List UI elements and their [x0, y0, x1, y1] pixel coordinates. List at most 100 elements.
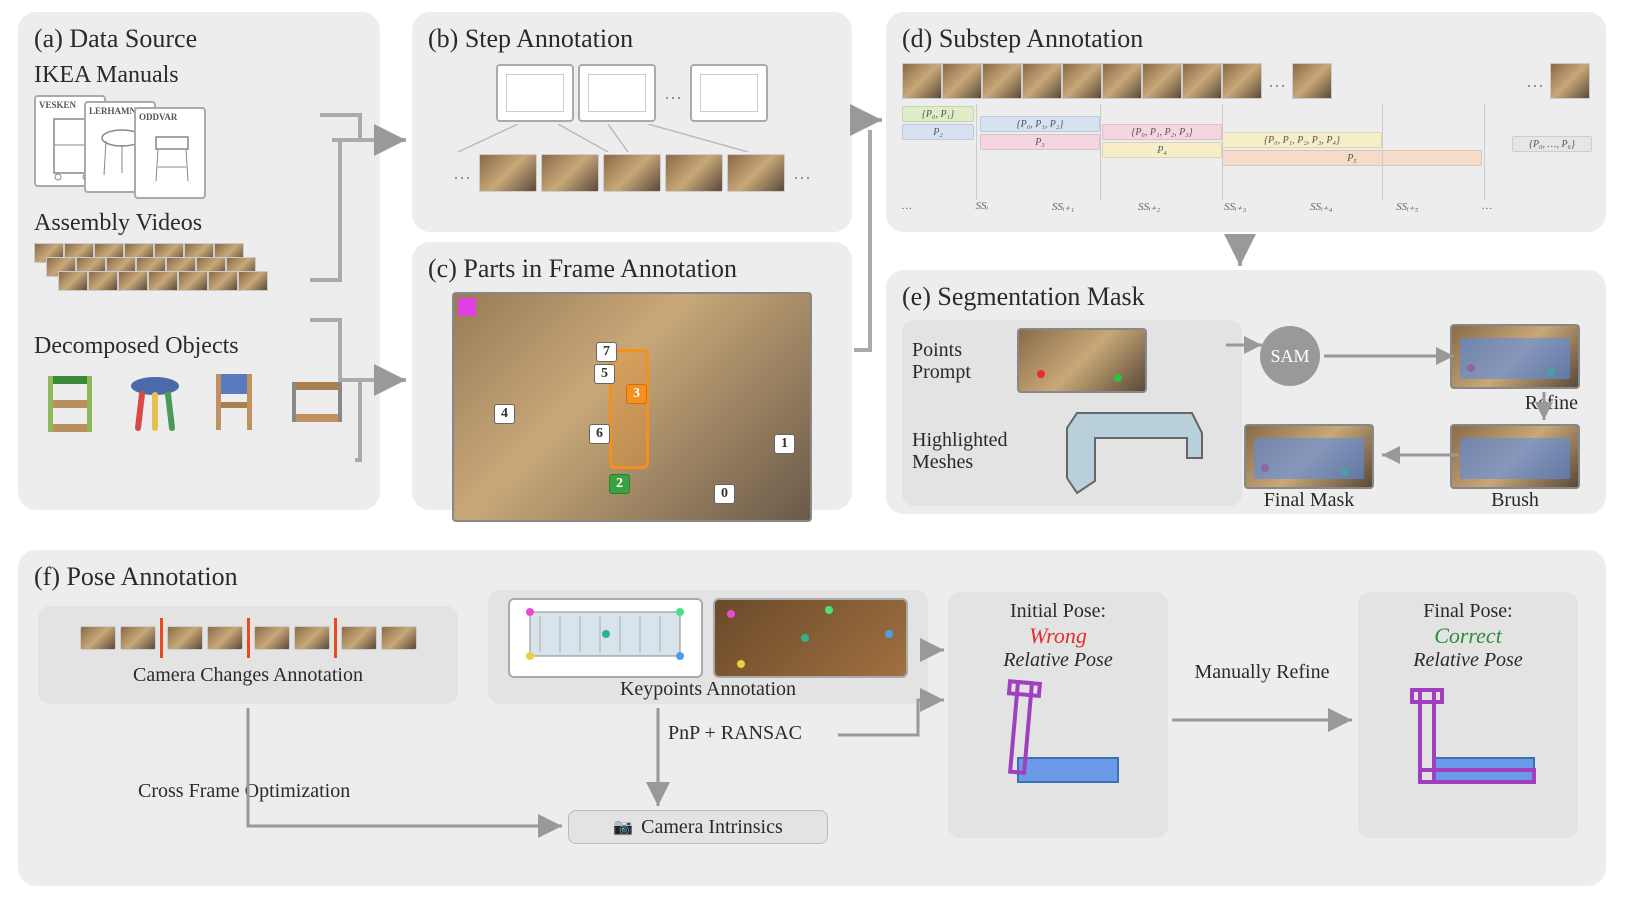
substep-bars: {P₀, P₁} P₂ {P₀, P₁, P₂} P₃ {P₀, P₁, P₂,…	[902, 106, 1590, 196]
part-label-3: 3	[626, 384, 647, 404]
part-label-5: 5	[594, 364, 615, 384]
label-cross-frame: Cross Frame Optimization	[138, 780, 350, 803]
keypoints-frame	[713, 598, 908, 678]
subtitle-videos: Assembly Videos	[34, 210, 364, 237]
bar-p3: P₃	[980, 134, 1100, 150]
bar-p5: P₅	[1222, 150, 1482, 166]
substep-thumb	[1142, 63, 1182, 99]
substep-thumb	[902, 63, 942, 99]
camera-cut-marker	[334, 618, 337, 658]
bar-p0p3: {P₀, P₁, P₂, P₃}	[1102, 124, 1222, 140]
label-brush: Brush	[1450, 489, 1580, 512]
label-refine: Refine	[1525, 392, 1578, 415]
annotated-frame: 4 5 6 7 3 2 1 0	[452, 292, 812, 522]
substep-thumb	[1022, 63, 1062, 99]
video-thumb	[727, 154, 785, 192]
mapping-lines	[428, 124, 836, 152]
sheet-3: ODDVAR	[134, 107, 206, 199]
camera-cut-marker	[160, 618, 163, 658]
label-keypoints: Keypoints Annotation	[498, 678, 918, 701]
substep-thumb	[1550, 63, 1590, 99]
label-camera-intrinsics: Camera Intrinsics	[641, 816, 783, 839]
cam-thumb	[167, 626, 203, 650]
points-prompt-image	[1017, 328, 1147, 393]
objects-row	[34, 366, 364, 443]
manual-page	[690, 64, 768, 122]
substep-thumb	[1182, 63, 1222, 99]
subtitle-ikea: IKEA Manuals	[34, 62, 364, 89]
camera-changes-panel: Camera Changes Annotation	[38, 606, 458, 704]
part-label-0: 0	[714, 484, 735, 504]
part-label-2: 2	[609, 474, 630, 494]
cam-thumb	[381, 626, 417, 650]
title-e: (e) Segmentation Mask	[902, 282, 1590, 312]
label-points-prompt: Points Prompt	[912, 339, 1007, 383]
keypoints-mesh	[508, 598, 703, 678]
panel-segmentation: (e) Segmentation Mask Points Prompt High…	[886, 270, 1606, 514]
title-c: (c) Parts in Frame Annotation	[428, 254, 836, 284]
part-label-6: 6	[589, 424, 610, 444]
part-label-4: 4	[494, 404, 515, 424]
bar-p0p2: {P₀, P₁, P₂}	[980, 116, 1100, 132]
video-thumb	[603, 154, 661, 192]
substep-timeline: … …	[902, 62, 1590, 100]
bar-p0p1: {P₀, P₁}	[902, 106, 974, 122]
frame-container: 4 5 6 7 3 2 1 0	[428, 292, 836, 522]
substep-thumb	[1062, 63, 1102, 99]
mesh-shape	[1057, 403, 1207, 498]
title-a: (a) Data Source	[34, 24, 364, 54]
panel-step-annotation: (b) Step Annotation … … …	[412, 12, 852, 232]
final-pose-panel: Final Pose: Correct Relative Pose	[1358, 592, 1578, 838]
pose-shape-wrong	[988, 672, 1128, 782]
part-label-1: 1	[774, 434, 795, 454]
title-f: (f) Pose Annotation	[34, 562, 1590, 592]
substep-thumb	[982, 63, 1022, 99]
input-nested-panel: Points Prompt Highlighted Meshes	[902, 320, 1242, 506]
camera-intrinsics-box: 📷 Camera Intrinsics	[568, 810, 828, 844]
subtitle-objects: Decomposed Objects	[34, 333, 364, 360]
final-mask-thumb	[1244, 424, 1374, 489]
label-rel-pose-1: Relative Pose	[958, 649, 1158, 672]
substep-thumb	[942, 63, 982, 99]
title-b: (b) Step Annotation	[428, 24, 836, 54]
initial-pose-panel: Initial Pose: Wrong Relative Pose	[948, 592, 1168, 838]
label-final-pose: Final Pose:	[1368, 600, 1568, 623]
label-pnp: PnP + RANSAC	[668, 722, 802, 745]
obj-chair	[202, 368, 272, 438]
panel-data-source: (a) Data Source IKEA Manuals VESKEN LERH…	[18, 12, 380, 510]
label-wrong: Wrong	[958, 623, 1158, 649]
ellipsis: …	[664, 83, 682, 104]
final-mask-group: Final Mask	[1244, 424, 1374, 512]
camera-icon: 📷	[613, 817, 633, 837]
cam-thumb	[207, 626, 243, 650]
camera-cut-marker	[247, 618, 250, 658]
cam-thumb	[80, 626, 116, 650]
cam-thumb	[120, 626, 156, 650]
label-highlighted-meshes: Highlighted Meshes	[912, 429, 1047, 473]
label-manually-refine: Manually Refine	[1192, 660, 1332, 684]
cam-thumb	[254, 626, 290, 650]
frame-corner-marker	[458, 298, 476, 316]
manual-page	[578, 64, 656, 122]
video-thumb	[479, 154, 537, 192]
bar-p4: P₄	[1102, 142, 1222, 158]
title-d: (d) Substep Annotation	[902, 24, 1590, 54]
highlighted-part	[609, 349, 649, 469]
label-camera-changes: Camera Changes Annotation	[48, 664, 448, 687]
brush-thumb	[1450, 424, 1580, 489]
obj-shelf	[38, 368, 108, 438]
seg-output	[1450, 324, 1580, 389]
label-correct: Correct	[1368, 623, 1568, 649]
substep-thumb	[1102, 63, 1142, 99]
video-thumbs-row: … …	[428, 152, 836, 194]
bar-p2: P₂	[902, 124, 974, 140]
substep-labels: … SSᵢ SSᵢ₊₁ SSᵢ₊₂ SSᵢ₊₃ SSᵢ₊₄ SSᵢ₊₅ …	[902, 200, 1492, 213]
camera-thumbs	[48, 618, 448, 658]
bar-p0p6: {P₀, …, P₆}	[1512, 136, 1592, 152]
manual-pages-row: …	[428, 62, 836, 124]
bar-p0p4: {P₀, P₁, P₂, P₃, P₄}	[1222, 132, 1382, 148]
panel-pose-annotation: (f) Pose Annotation Camera Changes Annot…	[18, 550, 1606, 886]
video-thumb	[665, 154, 723, 192]
video-stack	[34, 243, 254, 303]
label-final-mask: Final Mask	[1244, 489, 1374, 512]
